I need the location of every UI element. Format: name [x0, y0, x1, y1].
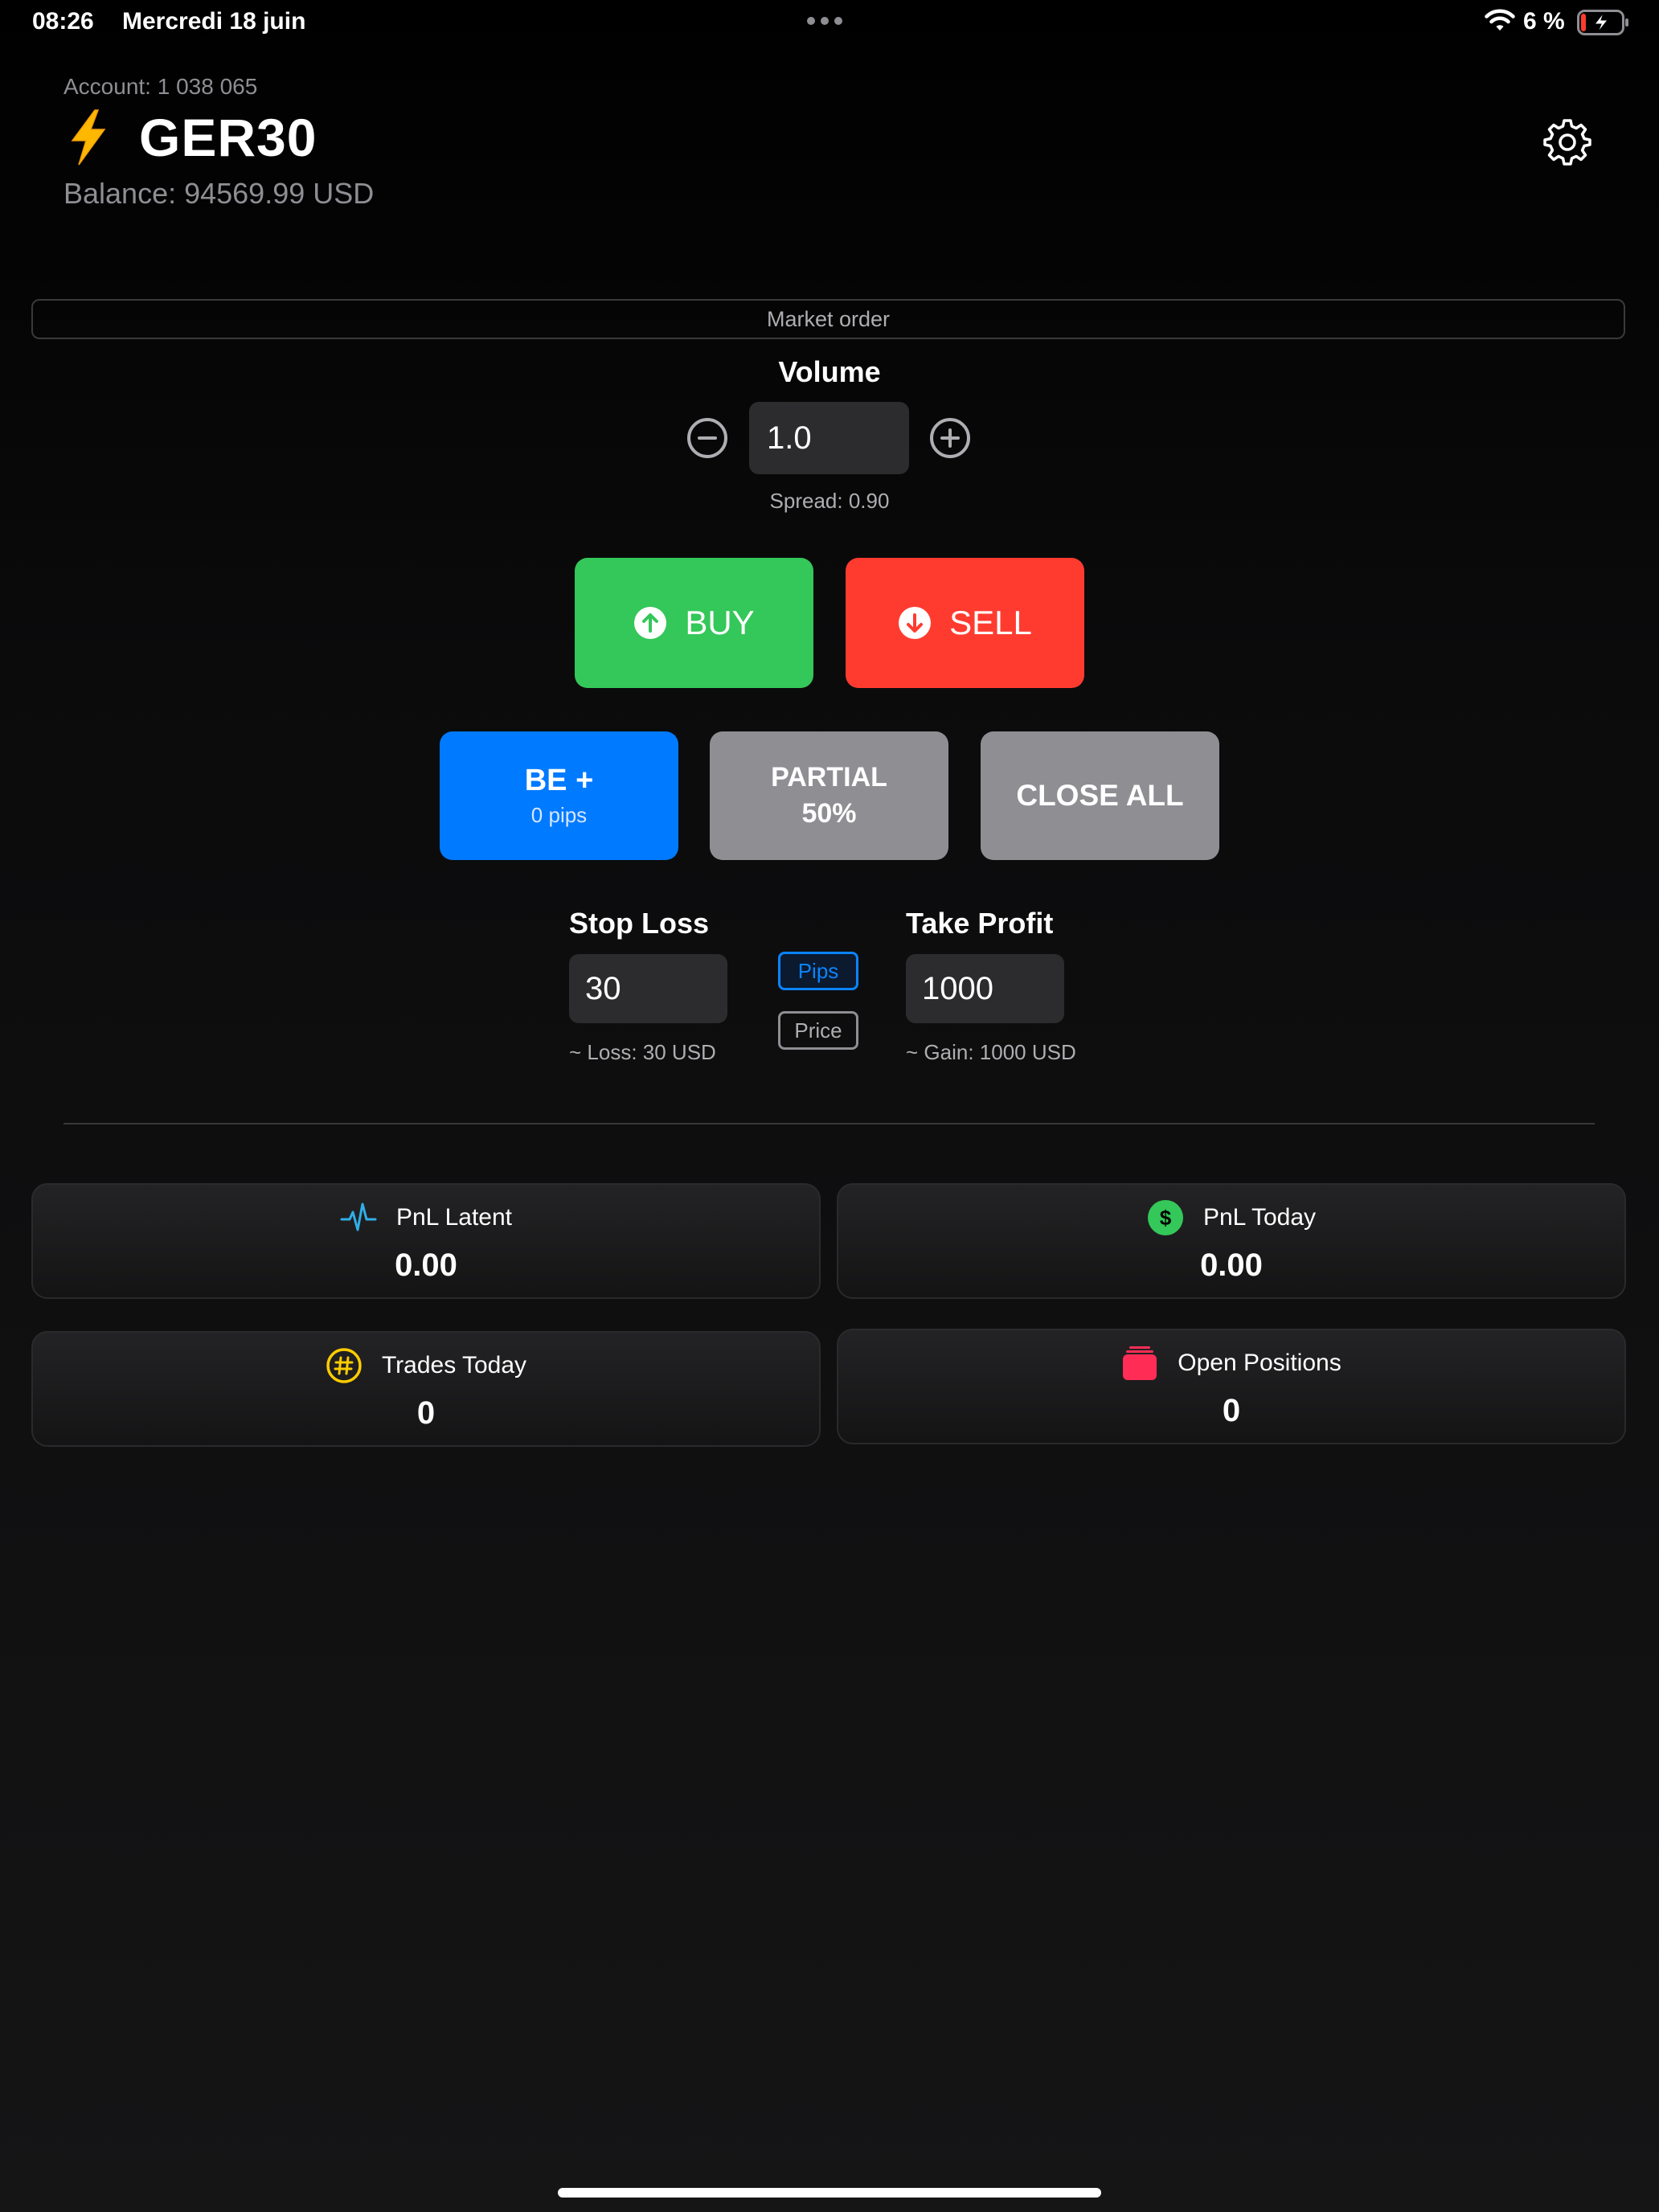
battery-percent: 6 % — [1523, 8, 1565, 35]
break-even-title: BE + — [524, 764, 594, 797]
gear-icon[interactable] — [1543, 117, 1591, 166]
mode-price-button[interactable]: Price — [778, 1011, 858, 1050]
partial-close-percent: 50% — [801, 798, 857, 829]
number-icon — [326, 1348, 362, 1383]
battery-charging-icon — [1577, 10, 1628, 35]
mode-pips-button[interactable]: Pips — [778, 952, 858, 990]
section-divider — [63, 1123, 1595, 1124]
home-indicator[interactable] — [558, 2188, 1101, 2198]
multitasking-dots-icon[interactable] — [807, 17, 842, 25]
pulse-icon — [340, 1202, 377, 1231]
stat-value: 0 — [1222, 1393, 1241, 1428]
partial-close-button[interactable]: PARTIAL 50% — [710, 731, 948, 860]
minus-icon — [698, 436, 717, 440]
symbol-title: GER30 — [139, 108, 317, 167]
close-all-button[interactable]: CLOSE ALL — [981, 731, 1219, 860]
dollar-icon: $ — [1147, 1200, 1183, 1235]
break-even-pips: 0 pips — [530, 803, 588, 827]
buy-button[interactable]: BUY — [575, 558, 813, 688]
stat-card-open-positions: Open Positions 0 — [837, 1329, 1626, 1444]
take-profit-estimate: ~ Gain: 1000 USD — [906, 1040, 1076, 1064]
partial-close-label: PARTIAL — [771, 762, 887, 793]
break-even-button[interactable]: BE + 0 pips — [440, 731, 678, 860]
stat-label: Open Positions — [1178, 1350, 1342, 1376]
volume-decrease-button[interactable] — [687, 418, 727, 458]
stat-card-trades-today: Trades Today 0 — [31, 1331, 821, 1447]
volume-label: Volume — [778, 355, 881, 388]
stat-label: PnL Today — [1202, 1204, 1317, 1231]
sell-label: SELL — [949, 604, 1032, 641]
arrow-down-circle-icon — [899, 607, 932, 639]
take-profit-label: Take Profit — [906, 907, 1054, 940]
account-number: Account: 1 038 065 — [63, 74, 258, 99]
volume-input[interactable] — [749, 402, 909, 474]
buy-label: BUY — [685, 604, 755, 641]
stat-card-pnl-latent: PnL Latent 0.00 — [31, 1183, 821, 1299]
account-balance: Balance: 94569.99 USD — [63, 177, 375, 210]
stat-value: 0 — [416, 1395, 436, 1431]
svg-text:$: $ — [1160, 1206, 1172, 1230]
lightning-icon — [71, 109, 106, 166]
stat-card-pnl-today: $ PnL Today 0.00 — [837, 1183, 1626, 1299]
close-all-label: CLOSE ALL — [1016, 779, 1184, 812]
stack-icon — [1123, 1346, 1157, 1380]
sell-button[interactable]: SELL — [846, 558, 1084, 688]
take-profit-input[interactable] — [906, 954, 1064, 1023]
stat-value: 0.00 — [1200, 1247, 1263, 1283]
stop-loss-estimate: ~ Loss: 30 USD — [569, 1040, 716, 1064]
stop-loss-label: Stop Loss — [569, 907, 710, 940]
stop-loss-input[interactable] — [569, 954, 727, 1023]
wifi-icon — [1485, 9, 1515, 31]
spread-value: Spread: 0.90 — [769, 489, 890, 513]
order-type-bar[interactable]: Market order — [31, 299, 1625, 339]
arrow-up-circle-icon — [634, 607, 667, 639]
volume-increase-button[interactable] — [930, 418, 970, 458]
status-time: 08:26 — [32, 8, 94, 35]
stat-label: PnL Latent — [395, 1204, 512, 1231]
status-date: Mercredi 18 juin — [122, 8, 306, 35]
stat-value: 0.00 — [395, 1247, 457, 1283]
stat-label: Trades Today — [381, 1352, 527, 1378]
